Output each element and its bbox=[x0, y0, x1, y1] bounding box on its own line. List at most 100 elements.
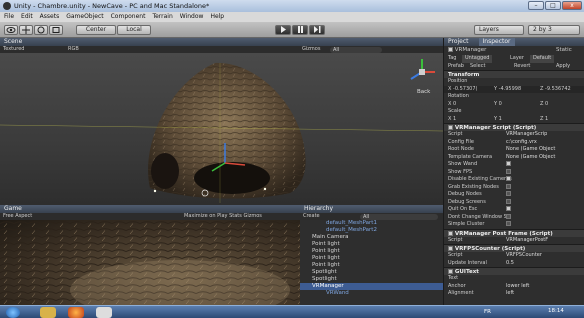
component-enabled-checkbox[interactable] bbox=[448, 246, 453, 251]
create-dropdown[interactable]: Create bbox=[303, 213, 320, 219]
component-enabled-checkbox[interactable] bbox=[448, 230, 453, 236]
pivot-center-toggle[interactable]: Center bbox=[76, 25, 116, 35]
static-checkbox-label[interactable]: Static bbox=[556, 46, 572, 55]
rotate-tool-button[interactable] bbox=[34, 25, 48, 35]
scale-z-field[interactable]: Z 1 bbox=[540, 116, 548, 124]
hierarchy-item[interactable]: Point light bbox=[300, 255, 443, 262]
hierarchy-search-input[interactable]: All bbox=[360, 213, 438, 220]
tab-inspector[interactable]: Inspector bbox=[478, 38, 515, 46]
minimize-button[interactable]: – bbox=[528, 1, 544, 10]
start-button[interactable] bbox=[6, 307, 20, 318]
aspect-dropdown[interactable]: Free Aspect bbox=[3, 213, 32, 219]
position-z-field[interactable]: Z -9.536742 bbox=[540, 86, 571, 94]
show-wand-checkbox[interactable] bbox=[506, 161, 511, 166]
menu-edit[interactable]: Edit bbox=[21, 12, 33, 22]
hierarchy-item[interactable]: default_MeshPart2 bbox=[300, 227, 443, 234]
menu-help[interactable]: Help bbox=[210, 12, 224, 22]
explorer-icon[interactable] bbox=[40, 307, 56, 318]
game-options[interactable]: Maximize on Play Stats Gizmos bbox=[184, 213, 262, 220]
play-button[interactable] bbox=[275, 25, 291, 35]
move-tool-button[interactable] bbox=[19, 25, 33, 35]
quit-on-esc-checkbox[interactable] bbox=[506, 206, 511, 211]
hierarchy-item[interactable]: default_MeshPart1 bbox=[300, 220, 443, 227]
field-value[interactable]: VRFPSCounter bbox=[506, 252, 542, 260]
tab-scene[interactable]: Scene bbox=[4, 38, 22, 45]
field-value[interactable]: left bbox=[506, 290, 514, 298]
field-value[interactable]: None (Game Object bbox=[506, 146, 555, 154]
scale-x-field[interactable]: X 1 bbox=[448, 116, 456, 122]
scale-y-field[interactable]: Y 1 bbox=[494, 116, 502, 124]
component-enabled-checkbox[interactable] bbox=[448, 269, 453, 274]
position-y-field[interactable]: Y -4.95998 bbox=[494, 86, 521, 94]
layout-dropdown[interactable]: 2 by 3 bbox=[528, 25, 580, 35]
debug-nodes-checkbox[interactable] bbox=[506, 191, 511, 196]
component-enabled-checkbox[interactable] bbox=[448, 125, 453, 130]
layers-dropdown[interactable]: Layers bbox=[474, 25, 524, 35]
tab-game[interactable]: Game bbox=[4, 205, 22, 212]
hierarchy-item[interactable]: VRWand bbox=[300, 290, 443, 297]
fpscounter-header[interactable]: VRFPSCounter (Script) bbox=[444, 244, 584, 252]
field-value[interactable]: 0.5 bbox=[506, 260, 514, 268]
debug-screens-checkbox[interactable] bbox=[506, 198, 511, 204]
pause-button[interactable] bbox=[292, 25, 308, 35]
simple-cluster-checkbox[interactable] bbox=[506, 221, 511, 226]
hierarchy-item[interactable]: Main Camera bbox=[300, 234, 443, 241]
rotation-z-field[interactable]: Z 0 bbox=[540, 101, 548, 109]
firefox-icon[interactable] bbox=[68, 307, 84, 318]
field-value[interactable]: VRManagerScrip bbox=[506, 131, 547, 139]
hierarchy-item-selected[interactable]: VRManager bbox=[300, 283, 443, 290]
maximize-button[interactable]: □ bbox=[545, 1, 561, 10]
active-checkbox[interactable] bbox=[448, 47, 453, 52]
field-value[interactable]: VRManagerPostF bbox=[506, 237, 548, 245]
postframe-header[interactable]: VRManager Post Frame (Script) bbox=[444, 228, 584, 237]
menu-assets[interactable]: Assets bbox=[40, 12, 60, 22]
tab-hierarchy[interactable]: Hierarchy bbox=[304, 205, 333, 212]
orientation-gizmo-icon[interactable] bbox=[405, 57, 439, 87]
tab-project[interactable]: Project bbox=[448, 38, 469, 46]
unity-taskbar-icon[interactable] bbox=[96, 307, 112, 318]
menu-gameobject[interactable]: GameObject bbox=[66, 12, 103, 22]
rotation-x-field[interactable]: X 0 bbox=[448, 101, 456, 107]
step-button[interactable] bbox=[309, 25, 325, 35]
prefab-apply-button[interactable]: Apply bbox=[556, 63, 570, 71]
menu-window[interactable]: Window bbox=[180, 12, 204, 22]
close-button[interactable]: x bbox=[562, 1, 582, 10]
hand-tool-button[interactable] bbox=[4, 25, 18, 35]
hierarchy-item[interactable]: Point light bbox=[300, 241, 443, 248]
dont-change-window-checkbox[interactable] bbox=[506, 213, 511, 219]
disable-cameras-checkbox[interactable] bbox=[506, 176, 511, 181]
local-space-toggle[interactable]: Local bbox=[117, 25, 151, 35]
menu-file[interactable]: File bbox=[4, 12, 14, 22]
position-x-field[interactable]: X -0.57307( bbox=[448, 86, 477, 92]
scale-tool-button[interactable] bbox=[49, 25, 63, 35]
gizmos-dropdown[interactable]: Gizmos bbox=[302, 46, 320, 53]
vrmanager-script-header[interactable]: VRManager Script (Script) bbox=[444, 123, 584, 131]
hierarchy-item[interactable]: Point light bbox=[300, 262, 443, 269]
hierarchy-item[interactable]: Spotlight bbox=[300, 269, 443, 276]
rotation-y-field[interactable]: Y 0 bbox=[494, 101, 502, 109]
guitext-header[interactable]: GUIText bbox=[444, 267, 584, 275]
prefab-select-button[interactable]: Select bbox=[470, 63, 485, 71]
clock[interactable]: 18:14 bbox=[548, 308, 564, 314]
color-mode-dropdown[interactable]: RGB bbox=[68, 46, 79, 53]
hierarchy-item[interactable]: Point light bbox=[300, 248, 443, 255]
field-value[interactable]: None (Game Object bbox=[506, 154, 555, 162]
object-name-field[interactable]: VRManager bbox=[455, 47, 487, 53]
field-value[interactable]: c:\config.vrx bbox=[506, 139, 537, 147]
game-viewport[interactable] bbox=[0, 220, 300, 305]
layer-dropdown[interactable]: Default bbox=[530, 55, 555, 63]
menu-terrain[interactable]: Terrain bbox=[152, 12, 172, 22]
scene-viewport[interactable]: Back bbox=[0, 53, 443, 205]
hierarchy-item[interactable]: Spotlight bbox=[300, 276, 443, 283]
menu-component[interactable]: Component bbox=[111, 12, 146, 22]
grab-nodes-checkbox[interactable] bbox=[506, 183, 511, 189]
prefab-revert-button[interactable]: Revert bbox=[514, 63, 530, 71]
render-mode-dropdown[interactable]: Textured bbox=[3, 46, 24, 52]
language-indicator[interactable]: FR bbox=[484, 309, 491, 315]
show-fps-checkbox[interactable] bbox=[506, 168, 511, 174]
field-label: Root Node bbox=[448, 146, 474, 152]
scene-search-input[interactable]: All bbox=[330, 46, 382, 53]
transform-header[interactable]: Transform bbox=[444, 70, 584, 78]
tag-dropdown[interactable]: Untagged bbox=[462, 55, 493, 63]
field-value[interactable]: lower left bbox=[506, 283, 529, 291]
